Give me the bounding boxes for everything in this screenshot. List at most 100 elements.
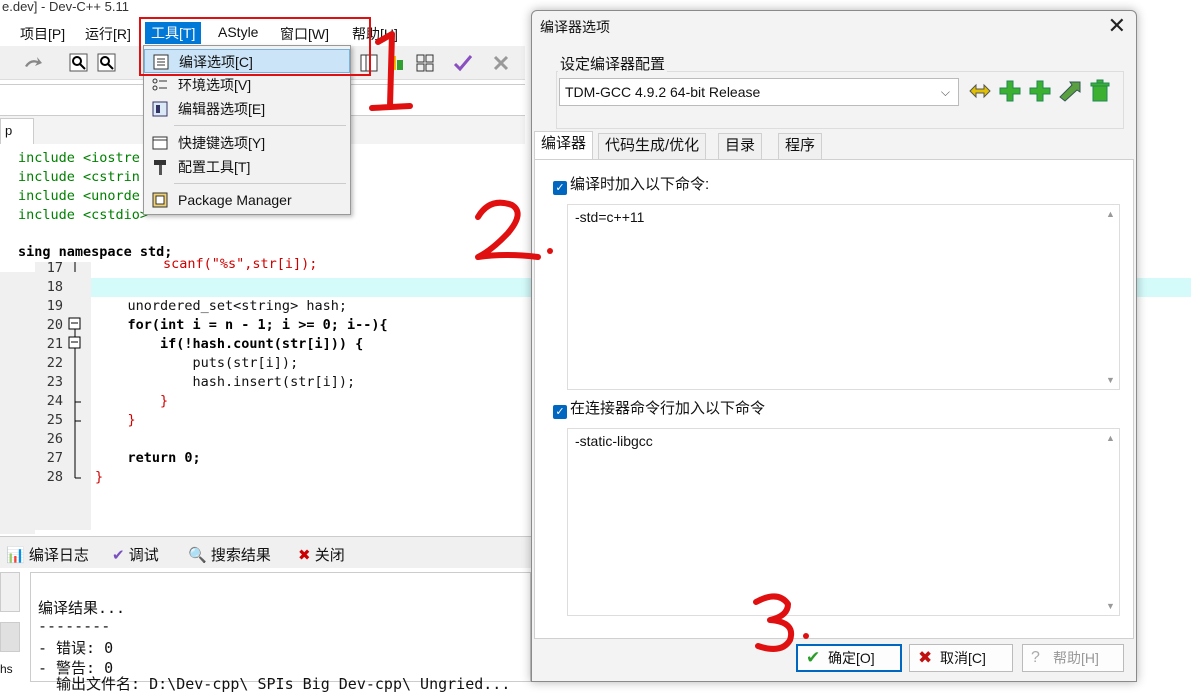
code-line: } (95, 469, 104, 485)
compiler-tab-panel: ✓ 编译时加入以下命令: -std=c++11 ▲ ▼ ✓ 在连接器命令行加入以下命令… (534, 159, 1134, 639)
annotation-number-1 (369, 31, 413, 111)
code-line: unordered_set<string> hash; (95, 298, 347, 314)
bar-chart-icon: 📊 (6, 547, 25, 564)
scrollbar[interactable]: ▲ ▼ (1103, 429, 1119, 615)
help-button[interactable]: ? 帮助[H] (1022, 644, 1124, 672)
side-button[interactable] (0, 622, 20, 652)
code-line: hash.insert(str[i]); (95, 374, 356, 390)
annotation-number-3 (753, 593, 809, 652)
compiler-set-select[interactable]: TDM-GCC 4.9.2 64-bit Release ⌵ (559, 78, 959, 106)
code-line: } (95, 393, 169, 409)
search-icon: 🔍 (188, 547, 207, 564)
code-line: return 0; (95, 450, 201, 466)
compile-log: 编译结果... -------- - 错误: 0 - 警告: 0 输出文件名: … (30, 572, 531, 693)
compile-commands-textarea[interactable]: -std=c++11 ▲ ▼ (567, 204, 1120, 390)
editor-options-icon (152, 101, 168, 117)
line-number: 28 (46, 469, 63, 485)
side-button[interactable] (0, 572, 20, 612)
scroll-down-icon[interactable]: ▼ (1106, 375, 1115, 385)
compile-commands-checkbox[interactable]: ✓ 编译时加入以下命令: (553, 173, 709, 195)
tab-codegen[interactable]: 代码生成/优化 (598, 133, 707, 159)
find-compilers-icon[interactable] (1058, 79, 1082, 103)
add-compiler-icon[interactable] (998, 79, 1022, 103)
checkbox-checked-icon: ✓ (553, 405, 567, 419)
line-number: 27 (46, 450, 63, 466)
delete-compiler-icon[interactable] (1088, 79, 1112, 103)
code-line: include <cstdio> (18, 207, 149, 223)
redo-icon[interactable] (22, 52, 44, 74)
fold-markers (68, 262, 81, 479)
line-number: 22 (46, 355, 63, 371)
menu-separator (174, 125, 346, 126)
chevron-down-icon: ⌵ (940, 85, 950, 99)
scroll-down-icon[interactable]: ▼ (1106, 601, 1115, 611)
scrollbar[interactable]: ▲ ▼ (1103, 205, 1119, 389)
line-number: 21 (46, 336, 63, 352)
shortcut-options-icon (152, 136, 168, 150)
line-number: 26 (46, 431, 63, 447)
line-number-gutter: 17 18 19 20 21 22 23 24 25 26 27 28 (35, 260, 91, 530)
tab-debug[interactable]: ✔ 调试 (112, 544, 159, 565)
dialog-tabs: 编译器 代码生成/优化 目录 程序 (534, 131, 1134, 159)
menu-separator (174, 183, 346, 184)
line-number: 24 (46, 393, 63, 409)
close-icon[interactable]: ✕ (1108, 13, 1126, 39)
tab-close[interactable]: ✖ 关闭 (298, 544, 345, 565)
debug-check-icon: ✔ (112, 547, 125, 564)
code-line: sing namespace std; (18, 244, 173, 260)
tab-directories[interactable]: 目录 (718, 133, 763, 159)
checkbox-checked-icon: ✓ (553, 181, 567, 195)
log-line: -------- (38, 617, 111, 635)
group-label: 设定编译器配置 (558, 53, 668, 74)
annotation-number-2 (475, 199, 553, 260)
cancel-button[interactable]: ✖ 取消[C] (909, 644, 1013, 672)
find-next-icon[interactable] (96, 52, 118, 74)
tab-compiler[interactable]: 编译器 (534, 131, 594, 159)
code-line: include <cstrin (18, 169, 140, 185)
code-line: } (95, 412, 136, 428)
scroll-up-icon[interactable]: ▲ (1106, 209, 1115, 219)
environment-options-icon (152, 78, 167, 91)
code-line: for(int i = n - 1; i >= 0; i--){ (95, 317, 388, 333)
code-editor[interactable]: scanf("%s",str[i]); unordered_set<string… (91, 256, 531, 530)
tab-compile-log[interactable]: 📊 编译日志 (6, 544, 89, 565)
tab-programs[interactable]: 程序 (778, 133, 823, 159)
menu-item-environment-options[interactable]: 环境选项[V] (144, 73, 350, 97)
menu-item-package-manager[interactable]: Package Manager (144, 188, 350, 212)
find-icon[interactable] (68, 52, 90, 74)
menu-item-editor-options[interactable]: 编辑器选项[E] (144, 97, 350, 121)
line-number: 17 (46, 260, 63, 276)
code-line: include <unorde (18, 188, 140, 204)
bottom-panel-tabs: 📊 编译日志 ✔ 调试 🔍 搜索结果 ✖ 关闭 (0, 536, 531, 568)
log-line: 编译结果... (38, 599, 126, 617)
linker-commands-textarea[interactable]: -static-libgcc ▲ ▼ (567, 428, 1120, 616)
annotation-box (139, 17, 371, 76)
log-line: 输出文件名: D:\Dev-cpp\ SPIs Big Dev-cpp\ Ung… (38, 675, 511, 693)
log-line: - 错误: 0 (38, 639, 114, 657)
check-icon[interactable] (452, 52, 474, 74)
close-icon: ✖ (298, 547, 311, 564)
rename-compiler-icon[interactable] (968, 79, 992, 103)
line-number: 25 (46, 412, 63, 428)
package-manager-icon (152, 192, 168, 208)
tab-search-results[interactable]: 🔍 搜索结果 (188, 544, 271, 565)
add-compiler-folder-icon[interactable] (1028, 79, 1052, 103)
menu-run[interactable]: 运行[R] (85, 24, 131, 44)
code-line: puts(str[i]); (95, 355, 299, 371)
menu-item-shortcut-options[interactable]: 快捷键选项[Y] (144, 131, 350, 155)
menu-item-configure-tools[interactable]: 配置工具[T] (144, 155, 350, 179)
compiler-options-dialog: 编译器选项 ✕ 设定编译器配置 TDM-GCC 4.9.2 64-bit Rel… (531, 10, 1137, 682)
linker-commands-checkbox[interactable]: ✓ 在连接器命令行加入以下命令 (553, 397, 765, 419)
hammer-icon (154, 160, 166, 175)
side-label: hs (0, 662, 13, 676)
line-number: 18 (46, 279, 63, 295)
menu-project[interactable]: 项目[P] (20, 24, 65, 44)
close-x-icon[interactable] (490, 52, 512, 74)
cross-icon: ✖ (918, 648, 933, 667)
scroll-up-icon[interactable]: ▲ (1106, 433, 1115, 443)
help-icon: ? (1031, 649, 1040, 666)
code-line: scanf("%s",str[i]); (163, 256, 318, 272)
line-number: 20 (46, 317, 63, 333)
line-number: 23 (46, 374, 63, 390)
ide-file-tab[interactable]: p (0, 118, 34, 144)
